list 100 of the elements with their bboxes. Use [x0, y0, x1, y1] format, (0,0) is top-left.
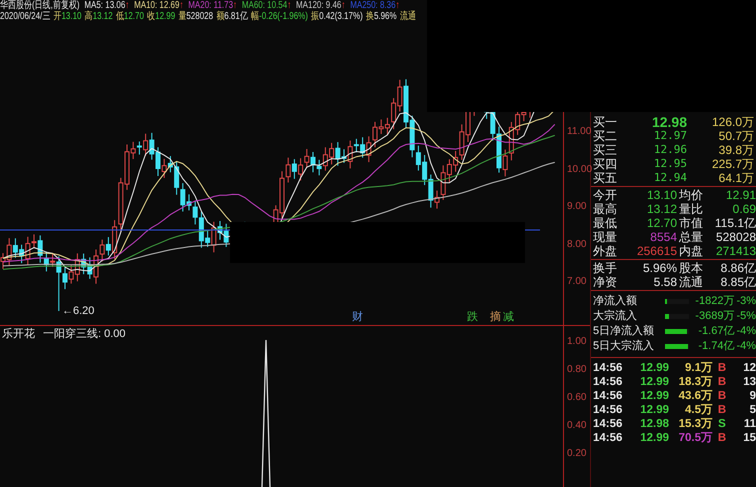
trade-count: 5	[748, 403, 756, 417]
moving-average-reading: MA20: 11.73↑	[188, 0, 238, 11]
flow-label: 5日大宗流入	[593, 339, 656, 354]
trade-count: 13	[742, 375, 756, 389]
axis-label: 0.20	[567, 448, 586, 459]
stat-label: 现量	[593, 230, 618, 244]
trade-volume: 4.5万	[684, 403, 713, 417]
trade-price: 12.99	[639, 389, 669, 403]
stat-value: 12.70	[646, 216, 677, 230]
trade-count: 12	[742, 361, 756, 375]
stat-label: 内盘	[679, 244, 704, 258]
event-marker: 减	[503, 311, 514, 323]
flow-label: 5日净流入额	[593, 324, 656, 339]
trade-side: B	[716, 389, 728, 403]
stat-value: 5.58	[652, 275, 677, 289]
trade-volume: 70.5万	[678, 431, 713, 445]
stat-value: 5.96%	[642, 261, 677, 275]
trade-time: 14:56	[593, 417, 624, 431]
stat-label: 股本	[679, 261, 704, 275]
stat-label: 量比	[679, 202, 704, 216]
flow-value: -1.67亿	[697, 324, 734, 339]
trade-count: 11	[742, 417, 756, 431]
trade-side: S	[717, 417, 727, 431]
axis-label: 11.00	[567, 126, 592, 137]
stat-label: 换手	[593, 261, 618, 275]
flow-percent: -4%	[736, 324, 756, 339]
bid-label: 买五	[593, 171, 618, 185]
moving-average-reading: MA60: 10.54↑	[242, 0, 292, 11]
trade-price: 12.99	[639, 375, 669, 389]
bid-price: 12.95	[652, 157, 687, 171]
quote-field: 振0.42(3.17%)	[311, 11, 363, 22]
event-marker: 财	[352, 311, 363, 323]
trade-time: 14:56	[593, 403, 624, 417]
axis-label: 0.60	[567, 392, 586, 403]
indicator-name: 乐开花	[2, 327, 35, 341]
flow-percent: -3%	[736, 294, 756, 309]
quote-field: 流通	[400, 11, 416, 22]
quote-field: 额6.81亿	[216, 11, 248, 22]
axis-label: 7.00	[567, 276, 586, 287]
bid-label: 买一	[593, 115, 618, 129]
chart-title: 华西股份(日线,前复权)	[0, 0, 80, 11]
quote-field: 开13.10	[53, 11, 82, 22]
bid-label: 买四	[593, 157, 618, 171]
quote-field: 低12.70	[116, 11, 144, 22]
stat-label: 最高	[593, 202, 618, 216]
bid-label: 买三	[593, 143, 618, 157]
axis-label: 0.40	[567, 420, 586, 431]
date-label: 2020/06/24/三	[0, 11, 50, 22]
trade-price: 12.99	[639, 403, 669, 417]
stat-value: 13.12	[646, 202, 677, 216]
axis-label: 8.00	[567, 238, 586, 250]
flow-value: -3689万	[694, 309, 734, 324]
stat-value: 271413	[714, 244, 756, 258]
axis-label: 1.00	[567, 336, 586, 347]
axis-label: 10.00	[567, 164, 592, 174]
trade-price: 12.99	[639, 361, 669, 375]
bid-volume: 225.7万	[710, 157, 755, 171]
trade-count: 9	[748, 389, 756, 403]
trade-side: B	[716, 431, 728, 445]
quote-field: 高13.12	[84, 11, 113, 22]
moving-average-reading: MA120: 9.46↑	[296, 0, 346, 11]
flow-value: -1822万	[694, 294, 734, 309]
flow-label: 大宗流入	[593, 309, 638, 324]
stat-value: 528028	[714, 230, 756, 244]
stat-value: 13.10	[646, 188, 677, 202]
flow-percent: -5%	[736, 309, 756, 324]
trade-volume: 15.3万	[678, 417, 713, 431]
trade-price: 12.99	[639, 431, 669, 445]
quote-field: 量528028	[178, 11, 214, 22]
bid-volume: 126.0万	[710, 115, 755, 129]
trade-side: B	[716, 361, 728, 375]
moving-average-reading: MA10: 12.69↑	[134, 0, 184, 11]
stat-label: 流通	[679, 275, 704, 289]
event-marker: 跌	[467, 311, 478, 323]
trade-side: B	[716, 375, 728, 389]
flow-value: -1.74亿	[697, 339, 734, 354]
quote-field: 幅-0.26(-1.96%)	[251, 11, 308, 22]
stat-label: 市值	[679, 216, 704, 230]
stat-label: 总量	[679, 230, 704, 244]
trade-volume: 18.3万	[678, 375, 713, 389]
axis-label: 9.00	[567, 201, 586, 212]
stat-value: 8.85亿	[720, 275, 756, 289]
bid-volume: 64.1万	[718, 171, 755, 185]
bid-label: 买二	[593, 129, 618, 143]
bid-volume: 50.7万	[718, 129, 755, 143]
trade-time: 14:56	[593, 375, 624, 389]
quote-field: 收12.99	[147, 11, 176, 22]
trade-volume: 9.1万	[684, 361, 713, 375]
stat-label: 今开	[593, 188, 618, 202]
indicator-reading: 一阳穿三线: 0.00	[43, 326, 126, 341]
stat-value: 8.86亿	[720, 261, 756, 275]
trade-time: 14:56	[593, 431, 624, 445]
moving-average-reading: MA250: 8.36↑	[350, 0, 400, 11]
flow-label: 净流入额	[593, 294, 638, 309]
bid-price: 12.96	[652, 143, 687, 157]
stat-value: 256615	[636, 244, 677, 258]
stat-label: 外盘	[593, 244, 618, 258]
stat-value: 8554	[649, 230, 677, 244]
trade-side: B	[716, 403, 728, 417]
event-marker: 摘	[490, 311, 501, 323]
